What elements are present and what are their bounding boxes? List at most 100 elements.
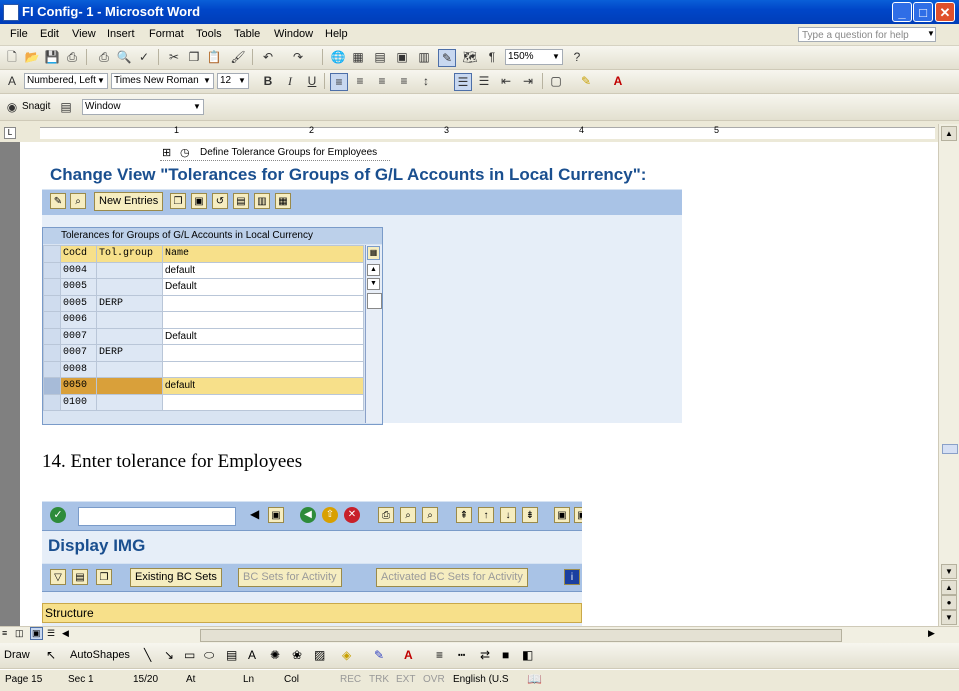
wordart-icon[interactable]: A	[248, 648, 256, 662]
spelling-icon[interactable]: ✓	[136, 49, 152, 65]
menu-tools[interactable]: Tools	[196, 28, 222, 40]
tolgroup-cell[interactable]	[96, 393, 163, 411]
help-search-input[interactable]: Type a question for help	[798, 27, 936, 42]
column-settings-icon[interactable]: ▦	[367, 246, 380, 260]
oval-icon[interactable]: ⬭	[204, 648, 214, 663]
highlight-icon[interactable]: ✎	[578, 73, 594, 89]
previous-page-icon[interactable]: ▲	[941, 580, 957, 595]
column-header-name[interactable]: Name	[162, 245, 364, 263]
shortcut-icon[interactable]: ▣	[574, 507, 582, 523]
row-selector[interactable]	[43, 377, 61, 395]
row-selector[interactable]	[43, 360, 61, 378]
shadow-style-icon[interactable]: ■	[502, 648, 509, 662]
info-icon[interactable]: i	[564, 569, 580, 585]
row-selector-header[interactable]	[43, 245, 61, 263]
table-row[interactable]: 0100	[43, 393, 364, 411]
format-painter-icon[interactable]: 🖌	[230, 49, 246, 65]
name-cell[interactable]: Default	[162, 278, 364, 296]
open-folder-icon[interactable]: 📂	[24, 49, 40, 65]
next-page-icon[interactable]: ▼	[941, 610, 957, 625]
drawing-icon[interactable]: ✎	[438, 49, 456, 67]
first-page-icon[interactable]: ⇞	[456, 507, 472, 523]
scroll-down-icon[interactable]: ▼	[941, 564, 957, 579]
column-header-cocd[interactable]: CoCd	[60, 245, 97, 263]
dash-style-icon[interactable]: ┅	[458, 648, 465, 662]
line-style-icon[interactable]: ≡	[436, 648, 443, 662]
document-map-icon[interactable]: 🗺	[462, 49, 478, 65]
tolgroup-cell[interactable]	[96, 327, 163, 345]
hyperlink-icon[interactable]: 🌐	[330, 49, 346, 65]
existing-bc-sets-button[interactable]: Existing BC Sets	[130, 568, 222, 587]
word-app-icon[interactable]	[3, 4, 19, 21]
text-box-icon[interactable]: ▤	[226, 648, 237, 662]
name-cell[interactable]	[162, 294, 364, 312]
activated-bc-sets-button[interactable]: Activated BC Sets for Activity	[376, 568, 528, 587]
scroll-right-icon[interactable]: ▶	[928, 628, 935, 639]
font-color-icon[interactable]: A	[610, 73, 626, 89]
snagit-label[interactable]: Snagit	[22, 101, 50, 112]
row-selector[interactable]	[43, 294, 61, 312]
show-hide-icon[interactable]: ¶	[484, 49, 500, 65]
line-color-icon[interactable]: ✎	[374, 648, 384, 662]
draw-menu[interactable]: Draw	[4, 649, 30, 661]
table-scroll-up-icon[interactable]: ▲	[367, 264, 380, 276]
tolgroup-cell[interactable]	[96, 360, 163, 378]
help-dropdown-icon[interactable]: ▼	[927, 29, 935, 38]
table-scroll-down-icon[interactable]: ▼	[367, 278, 380, 290]
normal-view-icon[interactable]: ≡	[2, 628, 7, 638]
help-icon[interactable]: ?	[569, 49, 585, 65]
print-icon[interactable]: ⎙	[96, 49, 112, 65]
print-layout-icon[interactable]: ▣	[30, 627, 43, 640]
new-entries-button[interactable]: New Entries	[94, 192, 164, 211]
find-next-icon[interactable]: ⌕	[422, 507, 438, 523]
line-icon[interactable]: ╲	[144, 648, 151, 662]
table-row[interactable]: 0004 default	[43, 261, 364, 279]
name-cell[interactable]: default	[162, 261, 364, 279]
fill-color-icon[interactable]: ◈	[342, 648, 351, 662]
name-cell[interactable]: default	[162, 377, 364, 395]
diagram-icon[interactable]: ✺	[270, 648, 280, 662]
font-select[interactable]: Times New Roman ▼	[111, 73, 214, 89]
menu-table[interactable]: Table	[234, 28, 260, 40]
table-vertical-scrollbar[interactable]: ▦ ▲ ▼	[365, 245, 382, 423]
table-row[interactable]: 0005 DERP	[43, 294, 364, 312]
style-select[interactable]: Numbered, Left ▼	[24, 73, 108, 89]
other-view-icon[interactable]: ⌕	[70, 193, 86, 209]
notes-icon[interactable]: ▤	[72, 569, 88, 585]
row-selector[interactable]	[43, 261, 61, 279]
font-size-select[interactable]: 12 ▼	[217, 73, 249, 89]
print-preview-icon[interactable]: 🔍	[116, 49, 132, 65]
tolgroup-cell[interactable]	[96, 261, 163, 279]
scroll-thumb[interactable]	[942, 444, 958, 454]
menu-help[interactable]: Help	[325, 28, 348, 40]
table-row[interactable]: 0006	[43, 311, 364, 329]
permission-icon[interactable]: ⎙	[64, 49, 80, 65]
enter-icon[interactable]: ✓	[50, 507, 66, 523]
align-center-icon[interactable]: ≡	[352, 73, 368, 89]
name-cell[interactable]	[162, 393, 364, 411]
undo-change-icon[interactable]: ↺	[212, 193, 228, 209]
bullets-icon[interactable]: ☰	[476, 73, 492, 89]
clip-art-icon[interactable]: ❀	[292, 648, 302, 662]
next-page-icon[interactable]: ↓	[500, 507, 516, 523]
decrease-indent-icon[interactable]: ⇤	[498, 73, 514, 89]
borders-icon[interactable]: ▢	[548, 73, 564, 89]
row-selector[interactable]	[43, 393, 61, 411]
font-color-icon[interactable]: A	[404, 648, 413, 662]
where-used-icon[interactable]: ❐	[96, 569, 112, 585]
name-cell[interactable]	[162, 311, 364, 329]
new-document-icon[interactable]: 🗋	[4, 49, 20, 65]
table-row[interactable]: 0008	[43, 360, 364, 378]
italic-button[interactable]: I	[282, 73, 298, 89]
align-right-icon[interactable]: ≡	[374, 73, 390, 89]
underline-button[interactable]: U	[304, 73, 320, 89]
paste-icon[interactable]: 📋	[206, 49, 222, 65]
scroll-up-icon[interactable]: ▲	[941, 126, 957, 141]
history-icon[interactable]: ◀	[250, 507, 259, 521]
menu-format[interactable]: Format	[149, 28, 184, 40]
scroll-left-icon[interactable]: ◀	[62, 628, 69, 639]
justify-icon[interactable]: ≡	[396, 73, 412, 89]
tolgroup-cell[interactable]: DERP	[96, 344, 163, 362]
outline-view-icon[interactable]: ☰	[47, 628, 55, 639]
snagit-catalog-icon[interactable]: ▤	[58, 99, 74, 115]
